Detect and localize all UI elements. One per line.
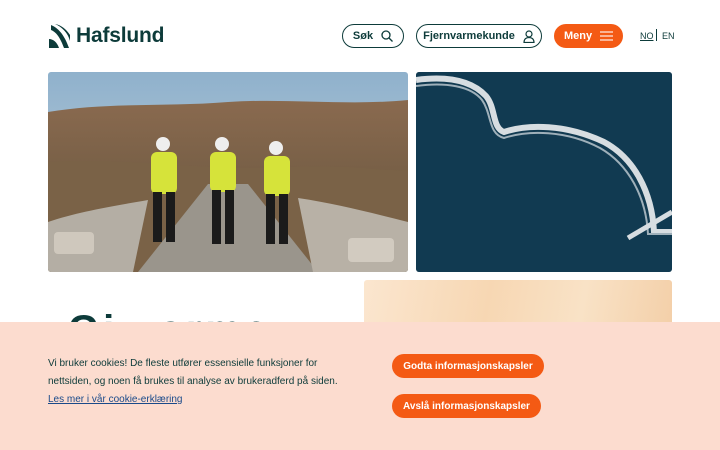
district-heating-customer-button[interactable]: Fjernvarmekunde [416, 24, 542, 48]
language-no-link[interactable]: NO [640, 31, 654, 41]
site-header: Hafslund Søk Fjernvarmekunde Meny NO EN [0, 0, 720, 72]
workers-photo [48, 72, 408, 272]
site-logo[interactable]: Hafslund [48, 24, 164, 48]
customer-label: Fjernvarmekunde [423, 30, 515, 42]
aquaculture-photo [416, 72, 672, 272]
cookie-policy-link[interactable]: Les mer i vår cookie-erklæring [48, 394, 183, 405]
accept-cookies-button[interactable]: Godta informasjonskapsler [392, 354, 544, 378]
search-button[interactable]: Søk [342, 24, 404, 48]
user-icon [523, 29, 535, 43]
hafslund-logo-icon [49, 24, 70, 48]
search-label: Søk [352, 30, 374, 42]
language-divider [656, 29, 657, 41]
language-en-link[interactable]: EN [662, 31, 675, 41]
menu-label: Meny [563, 30, 593, 42]
reject-cookies-button[interactable]: Avslå informasjonskapsler [392, 394, 541, 418]
logo-text: Hafslund [76, 24, 165, 47]
hamburger-icon [600, 31, 614, 41]
search-icon [381, 30, 394, 42]
cookie-message: Vi bruker cookies! De fleste utfører ess… [48, 355, 338, 409]
menu-button[interactable]: Meny [554, 24, 623, 48]
cookie-text: Vi bruker cookies! De fleste utfører ess… [48, 358, 338, 387]
cookie-banner: Vi bruker cookies! De fleste utfører ess… [0, 322, 720, 450]
